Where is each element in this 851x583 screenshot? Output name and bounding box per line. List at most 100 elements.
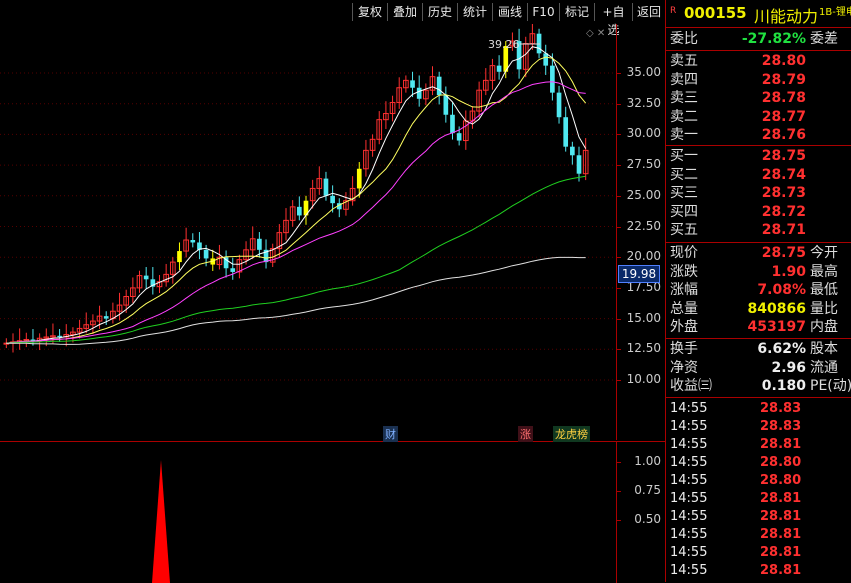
ma5-line [6, 46, 587, 344]
quote-row-value: 840866 [747, 300, 806, 317]
stat-row-label: 收益㈢ [670, 378, 712, 395]
quote-row[interactable]: 外盘 453197 内盘 [670, 318, 850, 336]
back-button[interactable]: 返回 [632, 3, 665, 21]
diamond-icon[interactable]: ◇ [586, 28, 594, 39]
candle-body [556, 92, 562, 118]
tick-price: 28.81 [760, 437, 802, 452]
restore-rights-button[interactable]: 复权 [352, 3, 387, 21]
ask-row-label: 卖五 [670, 53, 698, 69]
ask-row-value: 28.77 [761, 108, 806, 125]
bid-row[interactable]: 买二 28.74 [670, 166, 850, 184]
stat-row-label: 换手 [670, 341, 698, 357]
price-tick-label: 30.00 [626, 126, 661, 141]
indicator-axis: 1.00 0.75 0.50 [616, 441, 665, 583]
tick-price: 28.80 [760, 473, 802, 488]
chart-window-controls[interactable]: ◇ ✕ [586, 28, 610, 39]
bid-row-label: 买一 [670, 148, 698, 164]
ask-row-label: 卖四 [670, 71, 698, 88]
history-button[interactable]: 历史 [422, 3, 457, 21]
bid-row-label: 买三 [670, 185, 698, 202]
ask-row-value: 28.79 [761, 71, 806, 88]
ask-row-value: 28.78 [761, 90, 806, 107]
quote-panel: R 000155 川能动力 1B-锂电 委比 -27.82% 委差 卖五 28.8… [665, 0, 851, 582]
price-tick-label: 15.00 [626, 310, 661, 325]
close-icon[interactable]: ✕ [597, 28, 605, 39]
tick-time: 14:55 [670, 419, 708, 434]
bid-row-value: 28.73 [761, 185, 806, 202]
tick-price: 28.81 [760, 491, 802, 506]
bid-row[interactable]: 买四 28.72 [670, 203, 850, 221]
stat-row[interactable]: 净资 2.96 流通 [670, 359, 850, 377]
price-tick-label: 32.50 [626, 95, 661, 110]
price-tick-mark [617, 349, 621, 351]
ask-row[interactable]: 卖三 28.78 [670, 89, 850, 107]
bid-row[interactable]: 买一 28.75 [670, 147, 850, 165]
financial-report-tag[interactable]: 财 [383, 426, 398, 442]
stock-name: 川能动力 [754, 7, 819, 26]
bid-row[interactable]: 买三 28.73 [670, 184, 850, 202]
stock-flag: R [670, 6, 677, 16]
price-tick-label: 35.00 [626, 65, 661, 79]
quote-row-label: 涨跌 [670, 263, 698, 280]
quote-row-value: 1.90 [771, 263, 806, 280]
candle-body [230, 268, 236, 272]
statistics-button[interactable]: 统计 [457, 3, 492, 21]
price-tick-mark [617, 380, 621, 381]
ask-row[interactable]: 卖四 28.79 [670, 71, 850, 89]
tick-time: 14:55 [670, 509, 708, 524]
quote-row[interactable]: 涨跌 1.90 最高 [670, 263, 850, 281]
tick-time: 14:55 [670, 527, 708, 542]
quote-row[interactable]: 涨幅 7.08% 最低 [670, 281, 850, 299]
dragon-tiger-list-tag[interactable]: 龙虎榜 [553, 426, 590, 442]
bid-row-value: 28.74 [761, 166, 806, 183]
quote-row-label: 现价 [670, 245, 698, 261]
indicator-tick-label: 1.00 [634, 454, 661, 468]
quote-row[interactable]: 总量 840866 量比 [670, 300, 850, 318]
candle-body [410, 80, 415, 88]
candle-body [570, 146, 575, 156]
bid-row-value: 28.72 [761, 203, 806, 220]
ma20-line [6, 81, 586, 344]
quote-row-value: 453197 [747, 319, 806, 336]
stat-row-value: 2.96 [771, 359, 806, 376]
candle-body [416, 87, 422, 99]
candle-body [57, 335, 62, 338]
bid-row[interactable]: 买五 28.71 [670, 221, 850, 239]
limit-up-tag[interactable]: 涨 [518, 426, 533, 442]
candle-body [257, 238, 262, 250]
tick-time: 14:55 [670, 491, 708, 506]
ask-row[interactable]: 卖一 28.76 [670, 126, 850, 144]
candle-body [543, 53, 549, 66]
quote-row-label: 总量 [670, 300, 698, 317]
candle-body [576, 155, 582, 174]
stat-row[interactable]: 收益㈢ 0.180 PE(动) [670, 377, 851, 395]
chart-toolbar: 复权 叠加 历史 统计 画线 F10 标记 +自选 返回 [0, 0, 665, 37]
add-watchlist-button[interactable]: +自选 [594, 3, 632, 37]
indicator-tick-mark [617, 520, 621, 521]
tick-row: 14:55 28.83 [670, 400, 850, 418]
tick-row: 14:55 28.81 [670, 436, 850, 454]
ask-row[interactable]: 卖五 28.80 [670, 52, 850, 70]
order-ratio-value: -27.82% [741, 31, 806, 47]
current-price-tag: 19.98 [618, 265, 660, 283]
candlestick-chart[interactable]: 39.26 [0, 24, 616, 440]
overlay-button[interactable]: 叠加 [387, 3, 422, 21]
candle-body [177, 251, 182, 263]
draw-line-button[interactable]: 画线 [492, 3, 527, 21]
tick-time: 14:55 [670, 545, 708, 560]
stat-row[interactable]: 换手 6.62% 股本 [670, 340, 850, 358]
quote-row[interactable]: 现价 28.75 今开 [670, 244, 850, 262]
price-tick-mark [617, 318, 621, 320]
ask-row[interactable]: 卖二 28.77 [670, 108, 850, 126]
indicator-chart[interactable] [0, 441, 616, 583]
tick-row: 14:55 28.80 [670, 454, 850, 472]
f10-button[interactable]: F10 [527, 3, 559, 21]
mark-button[interactable]: 标记 [559, 3, 594, 21]
tick-time: 14:55 [670, 473, 708, 488]
bid-row-label: 买四 [670, 203, 698, 220]
candle-body [323, 178, 329, 196]
price-tick-mark [617, 226, 621, 228]
tick-row: 14:55 28.81 [670, 490, 850, 508]
tick-time: 14:55 [670, 455, 708, 470]
price-tick-label: 20.00 [626, 249, 661, 264]
